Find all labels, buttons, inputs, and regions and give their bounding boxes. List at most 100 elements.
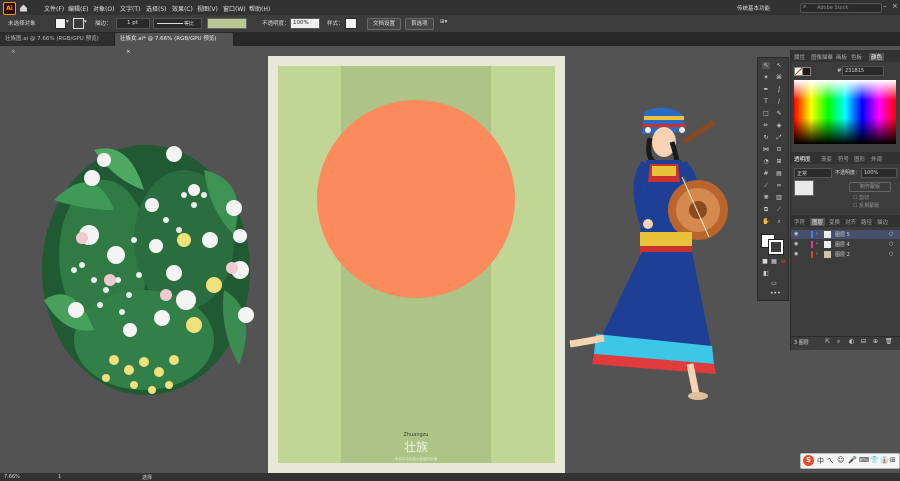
tab-character[interactable]: 字符 <box>794 218 805 226</box>
expand-arrow-icon[interactable]: › <box>816 241 818 247</box>
tab-artboards[interactable]: 画板 <box>836 53 847 61</box>
tab-image-trace[interactable]: 图像描摹 <box>811 53 833 61</box>
rectangle-tool-icon[interactable]: □ <box>762 110 770 117</box>
tab-appearance[interactable]: 外观 <box>871 155 882 163</box>
shape-builder-tool-icon[interactable]: ◔ <box>762 158 770 165</box>
floral-bouquet-artwork[interactable] <box>34 140 266 412</box>
tab-zhuangzu-nv[interactable]: 壮族女.ai* @ 7.66% (RGB/GPU 预览) × <box>115 33 234 55</box>
hand-tool-icon[interactable]: ✋ <box>762 218 770 225</box>
zoom-level[interactable]: 7.66% <box>4 474 20 480</box>
layer-name[interactable]: 图层 5 <box>835 231 850 238</box>
layer-row[interactable]: ◉ › 图层 2 ○ <box>791 250 900 259</box>
emoji-icon[interactable]: ☺ <box>837 456 844 464</box>
tab-close-icon[interactable]: × <box>11 49 16 55</box>
draw-mode-icon[interactable]: ◧ <box>762 270 770 277</box>
fill-dropdown-icon[interactable]: ▾ <box>66 19 69 25</box>
minimize-button[interactable]: – <box>883 2 887 10</box>
layer-row[interactable]: ◉ › 图层 5 ○ <box>791 230 900 239</box>
pencil-tool-icon[interactable]: ✏ <box>762 122 770 129</box>
tab-transform[interactable]: 变换 <box>829 218 840 226</box>
mask-thumbnail[interactable] <box>794 180 814 196</box>
invert-mask-checkbox[interactable]: ☐ 反相蒙版 <box>853 202 879 209</box>
menu-item[interactable]: 效果(C) <box>172 4 193 13</box>
page-number[interactable]: 1 <box>58 474 61 480</box>
gradient-mode-icon[interactable]: ▦ <box>770 258 778 265</box>
arrange-documents-icon[interactable]: ⊞▾ <box>440 19 447 25</box>
tab-align[interactable]: 对齐 <box>845 218 856 226</box>
clothing-icon[interactable]: 👔 <box>880 456 889 464</box>
more-tools-icon[interactable]: ••• <box>770 290 781 297</box>
blend-tool-icon[interactable]: ∞ <box>775 182 783 189</box>
scale-tool-icon[interactable]: ⤢ <box>775 134 783 141</box>
stroke-weight-field[interactable]: 1 pt <box>116 18 150 29</box>
rotate-tool-icon[interactable]: ↻ <box>762 134 770 141</box>
delete-layer-icon[interactable]: 🗑 <box>885 338 893 345</box>
symbol-sprayer-tool-icon[interactable]: ❋ <box>762 194 770 201</box>
preferences-button[interactable]: 首选项 <box>405 18 434 30</box>
fill-swatch[interactable] <box>55 18 66 29</box>
stroke-swatch-mini[interactable] <box>802 67 811 76</box>
stroke-dropdown-icon[interactable]: ▾ <box>84 19 87 25</box>
tab-graphic-styles[interactable]: 图形 <box>854 155 865 163</box>
eraser-tool-icon[interactable]: ◈ <box>775 122 783 129</box>
visibility-eye-icon[interactable]: ◉ <box>794 241 798 247</box>
tab-zhuangzu-tu[interactable]: 壮族图.ai @ 7.66% (RGB/GPU 预览) × <box>0 33 115 55</box>
microphone-icon[interactable]: 🎤 <box>848 456 857 464</box>
menu-item[interactable]: 帮助(H) <box>249 4 270 13</box>
slice-tool-icon[interactable]: ⟋ <box>775 206 783 213</box>
pen-tool-icon[interactable]: ✒ <box>762 86 770 93</box>
menu-item[interactable]: 文件(F) <box>44 4 64 13</box>
expand-arrow-icon[interactable]: › <box>816 231 818 237</box>
visibility-eye-icon[interactable]: ◉ <box>794 231 798 237</box>
punctuation-icon[interactable]: ㄟ <box>827 456 834 466</box>
color-mode-icon[interactable]: ■ <box>761 258 769 265</box>
artboard-tool-icon[interactable]: ⧉ <box>762 206 770 213</box>
menu-item[interactable]: 选择(S) <box>146 4 167 13</box>
new-layer-icon[interactable]: ⊕ <box>873 338 878 345</box>
tab-transparency[interactable]: 透明度 <box>794 155 811 163</box>
target-circle-icon[interactable]: ○ <box>889 241 893 247</box>
layer-name[interactable]: 图层 2 <box>835 251 850 258</box>
clip-checkbox[interactable]: ☐ 剪切 <box>853 194 869 201</box>
document-setup-button[interactable]: 文档设置 <box>367 18 402 30</box>
opacity-label[interactable]: 不透明度： <box>262 19 290 27</box>
tab-layers[interactable]: 图层 <box>810 218 826 226</box>
chinese-mode-icon[interactable]: 中 <box>817 456 824 466</box>
gradient-tool-icon[interactable]: ▤ <box>775 170 783 177</box>
workspace-switcher[interactable]: 传统基本功能 <box>737 4 770 12</box>
style-swatch[interactable] <box>345 18 357 29</box>
width-tool-icon[interactable]: ⋈ <box>762 146 770 153</box>
tab-stroke[interactable]: 描边 <box>877 218 888 226</box>
layer-row[interactable]: ◉ › 图层 4 ○ <box>791 240 900 249</box>
stroke-color-box[interactable] <box>768 239 784 255</box>
toolbox-icon[interactable]: ⊞ <box>890 456 896 464</box>
stroke-swatch[interactable] <box>73 18 84 29</box>
keyboard-icon[interactable]: ⌨ <box>859 456 869 464</box>
transparency-opacity-field[interactable]: 100% <box>861 168 897 178</box>
tab-close-icon[interactable]: × <box>126 49 131 55</box>
mesh-tool-icon[interactable]: # <box>762 170 770 177</box>
close-window-button[interactable]: × <box>892 2 898 10</box>
locate-object-icon[interactable]: ⌕ <box>837 338 840 346</box>
stroke-profile-dropdown[interactable]: 等比 <box>153 18 202 29</box>
sogou-logo-icon[interactable]: S <box>803 455 814 466</box>
screen-mode-icon[interactable]: ▭ <box>770 280 778 287</box>
zhuang-woman-illustration[interactable] <box>564 102 740 402</box>
opacity-field[interactable]: 100% <box>290 18 320 29</box>
hex-input[interactable]: 231815 <box>842 66 884 76</box>
line-tool-icon[interactable]: / <box>775 98 783 105</box>
visibility-eye-icon[interactable]: ◉ <box>794 251 798 257</box>
tab-swatches[interactable]: 色板 <box>851 53 862 61</box>
expand-arrow-icon[interactable]: › <box>816 251 818 257</box>
column-graph-tool-icon[interactable]: ▥ <box>775 194 783 201</box>
eyedropper-tool-icon[interactable]: ⁄ <box>762 182 770 189</box>
tab-gradient[interactable]: 渐变 <box>821 155 832 163</box>
none-mode-icon[interactable]: ⊘ <box>779 258 787 265</box>
tab-symbols[interactable]: 符号 <box>838 155 849 163</box>
search-stock-field[interactable]: ⌕ Adobe Stock <box>800 3 882 13</box>
target-circle-icon[interactable]: ○ <box>889 251 893 257</box>
target-circle-icon[interactable]: ○ <box>889 231 893 237</box>
perspective-grid-tool-icon[interactable]: ⊞ <box>775 158 783 165</box>
menu-item[interactable]: 窗口(W) <box>223 4 246 13</box>
selection-tool-icon[interactable]: ↖ <box>762 62 770 69</box>
